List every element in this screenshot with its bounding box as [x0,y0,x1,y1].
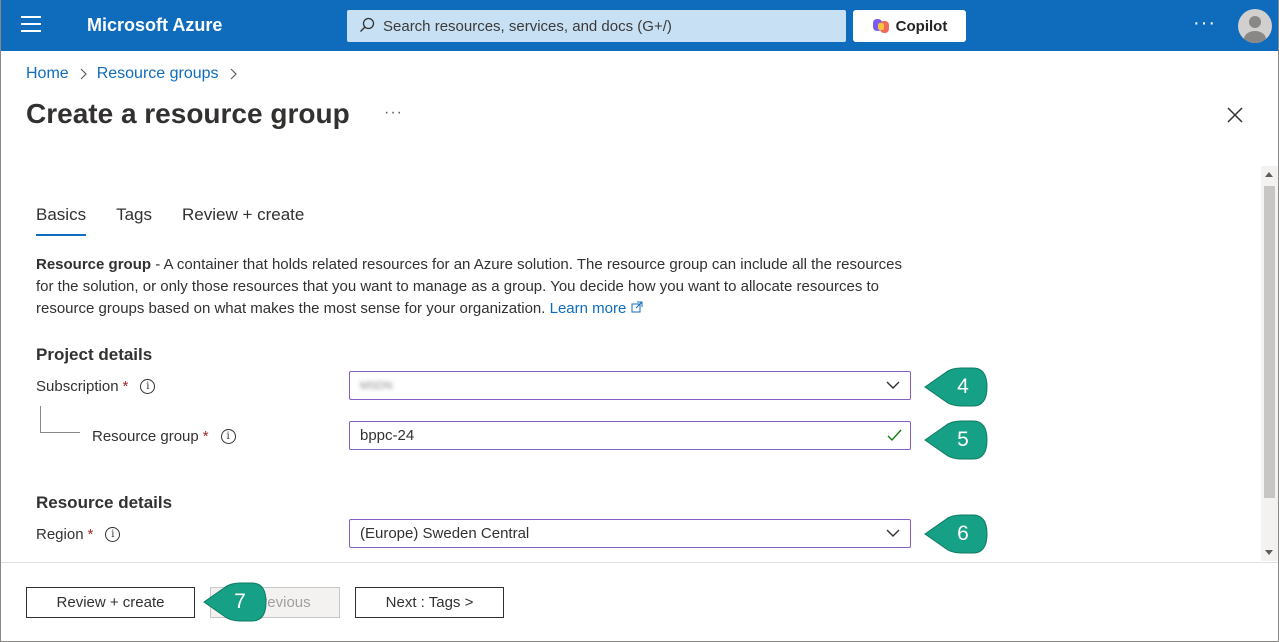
project-details-heading: Project details [36,345,153,364]
top-bar: Microsoft Azure Copilot ··· [1,0,1278,51]
required-marker: * [87,526,94,543]
page-more-icon[interactable]: ··· [384,104,403,122]
chevron-down-icon [886,381,900,389]
resource-group-value: bppc-24 [360,427,415,444]
tab-bar: Basics Tags Review + create [36,205,304,236]
review-create-button[interactable]: Review + create [26,587,195,618]
subscription-label-row: Subscription * i [36,378,156,395]
chevron-down-icon [886,529,900,537]
avatar[interactable] [1238,9,1272,43]
page-title: Create a resource group [26,98,350,129]
description-lead: Resource group [36,256,152,273]
region-value: (Europe) Sweden Central [360,525,530,542]
scroll-up-icon[interactable] [1265,172,1273,177]
subscription-label: Subscription [36,378,119,395]
tree-connector [40,406,80,433]
tab-review-create[interactable]: Review + create [182,205,304,236]
checkmark-icon [887,429,902,442]
scroll-down-icon[interactable] [1265,550,1273,555]
tab-tags[interactable]: Tags [116,205,152,236]
region-dropdown[interactable]: (Europe) Sweden Central [349,519,911,548]
callout-number: 7 [234,590,246,613]
close-icon[interactable] [1225,105,1245,125]
more-options-icon[interactable]: ··· [1193,12,1216,35]
hamburger-menu-icon[interactable] [21,16,41,34]
subscription-dropdown[interactable]: MSDN [349,371,911,400]
next-tags-button[interactable]: Next : Tags > [355,587,504,618]
user-icon [1244,16,1266,43]
callout-number: 4 [957,375,969,398]
tab-basics[interactable]: Basics [36,205,87,236]
external-link-icon [631,301,643,313]
copilot-label: Copilot [895,17,948,35]
app-window: Microsoft Azure Copilot ··· Home [0,0,1279,642]
subscription-value: MSDN [360,379,393,392]
resource-group-label: Resource group [92,428,199,445]
resource-details-heading: Resource details [36,493,173,512]
chevron-right-icon [230,68,237,80]
search-input[interactable] [383,10,838,42]
brand-title[interactable]: Microsoft Azure [87,15,222,36]
copilot-button[interactable]: Copilot [853,10,966,42]
global-search[interactable] [347,10,846,42]
required-marker: * [202,428,209,445]
copilot-icon [872,19,889,33]
required-marker: * [122,378,129,395]
breadcrumb-home[interactable]: Home [26,65,69,83]
region-label-row: Region * i [36,526,121,543]
region-label: Region [36,526,84,543]
breadcrumb: Home Resource groups [26,65,237,83]
breadcrumb-resource-groups[interactable]: Resource groups [97,65,219,83]
search-icon [360,17,375,32]
scroll-thumb[interactable] [1264,186,1275,498]
chevron-right-icon [80,68,87,80]
vertical-scrollbar[interactable] [1261,166,1278,561]
info-icon[interactable]: i [140,379,156,394]
info-icon[interactable]: i [105,527,121,542]
info-icon[interactable]: i [220,429,236,444]
resource-group-input[interactable]: bppc-24 [349,421,911,450]
callout-number: 5 [957,428,969,451]
learn-more-link[interactable]: Learn more [550,300,643,317]
resource-group-label-row: Resource group * i [92,428,236,445]
callout-number: 6 [957,522,969,545]
description: Resource group - A container that holds … [36,254,906,320]
description-body: - A container that holds related resourc… [36,256,903,317]
